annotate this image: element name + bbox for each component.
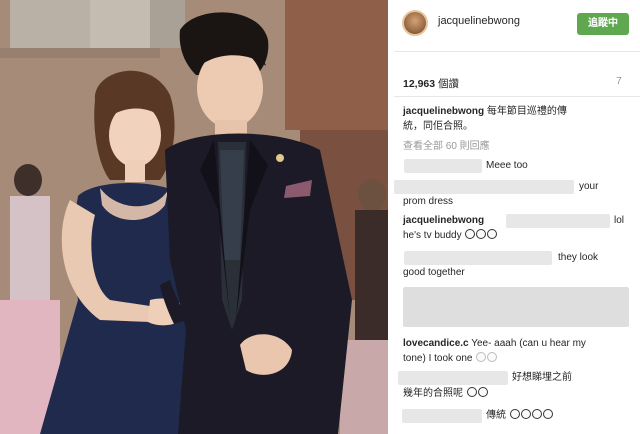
comment-2-line2: prom dress <box>403 196 454 207</box>
redacted-username <box>398 371 508 385</box>
comment-6-line2: 幾年的合照呢 <box>403 388 463 399</box>
smiley-face-icon <box>476 352 487 362</box>
caption-text-line1: 每年節目巡禮的傳 <box>486 106 567 117</box>
redacted-username <box>394 180 574 194</box>
caption-username[interactable]: jacquelinebwong <box>403 106 484 117</box>
comment-5-text: Yee- aaah (can u hear my <box>471 338 586 349</box>
comment-3-text: lol <box>614 215 625 226</box>
comment-3-line2: he's tv buddy <box>403 230 462 241</box>
smiley-face-icon <box>477 387 488 397</box>
smiley-face-icon <box>542 409 553 419</box>
comment-5-line2: tone) I took one <box>403 353 473 364</box>
smiley-face-icon <box>531 409 542 419</box>
smiley-face-icon <box>466 387 477 397</box>
comment-5-line2-row: tone) I took one <box>403 351 498 366</box>
smiley-face-icon <box>487 229 498 239</box>
comment-7-text: 傳統 <box>486 410 506 421</box>
likes-number: 12,963 <box>403 78 436 90</box>
redacted-comment <box>403 287 629 327</box>
smiley-face-icon <box>476 229 487 239</box>
header-divider <box>394 51 640 52</box>
comment-1-text: Meee too <box>486 160 528 171</box>
comment-4-line2: good together <box>403 267 465 278</box>
comment-5-username[interactable]: lovecandice.c <box>403 338 469 349</box>
instagram-post-panel: jacquelinebwong 追蹤中 12,963 個讚 7 jacqueli… <box>388 0 640 434</box>
comment-2-text: your <box>579 181 599 192</box>
likes-suffix: 個讚 <box>438 78 460 90</box>
comment-7-row: 傳統 <box>486 408 553 423</box>
caption-text-line2: 統，同佢合照。 <box>403 121 473 132</box>
redacted-username <box>402 409 482 423</box>
post-photo[interactable] <box>0 0 388 434</box>
caption: jacquelinebwong 每年節目巡禮的傳 <box>403 104 567 119</box>
redacted-username <box>404 251 552 265</box>
comment-6-line2-row: 幾年的合照呢 <box>403 386 488 401</box>
likes-count[interactable]: 12,963 個讚 <box>403 76 459 91</box>
comment-3-line2-row: he's tv buddy <box>403 228 498 243</box>
view-all-comments-link[interactable]: 查看全部 60 則回應 <box>403 139 490 154</box>
comment-5: lovecandice.c Yee- aaah (can u hear my <box>403 336 586 351</box>
time-indicator: 7 <box>616 75 622 87</box>
comment-6-text: 好想睇埋之前 <box>512 372 572 383</box>
smiley-face-icon <box>509 409 520 419</box>
comment-4-text: they look <box>558 252 599 263</box>
avatar[interactable] <box>402 10 428 36</box>
post-header: jacquelinebwong 追蹤中 <box>388 0 640 52</box>
smiley-face-icon <box>487 352 498 362</box>
comment-3-username[interactable]: jacquelinebwong <box>403 215 484 226</box>
photo-illustration <box>0 0 388 434</box>
redacted-username <box>404 159 482 173</box>
header-username[interactable]: jacquelinebwong <box>438 15 520 27</box>
smiley-face-icon <box>465 229 476 239</box>
likes-divider <box>394 96 640 97</box>
comment-3: jacquelinebwong <box>403 213 484 228</box>
following-button[interactable]: 追蹤中 <box>577 13 629 35</box>
smiley-face-icon <box>520 409 531 419</box>
redacted-mention <box>506 214 610 228</box>
